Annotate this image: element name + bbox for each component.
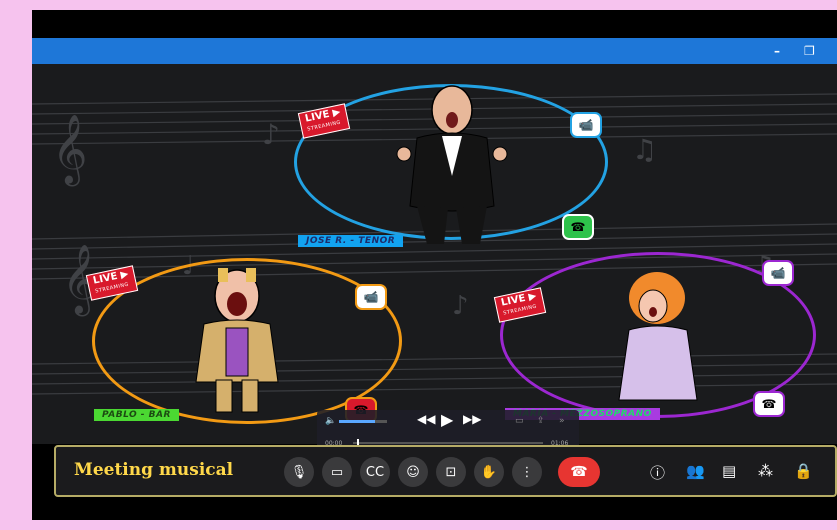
emoji-icon[interactable]: ☺ [398, 457, 428, 487]
volume-slider[interactable] [339, 420, 387, 423]
meeting-toolbar: Meeting musical 🎙 ▭ CC ☺ ⊡ ✋ ⋮ ☎ ⓘ 👥 ▤ ⁂… [54, 445, 837, 497]
expand-icon[interactable]: » [559, 416, 565, 426]
phone-icon[interactable]: ☎ [562, 214, 594, 240]
phone-icon[interactable]: ☎ [753, 391, 785, 417]
more-icon[interactable]: ⋮ [512, 457, 542, 487]
volume-icon[interactable]: 🔈 [325, 416, 336, 426]
phone-hangup-icon[interactable]: ☎ [558, 457, 600, 487]
pip-icon[interactable]: ▭ [515, 416, 524, 426]
lock-icon[interactable]: 🔒 [794, 462, 813, 480]
camera-icon[interactable]: ▭ [322, 457, 352, 487]
bar-singer-image [195, 268, 279, 413]
svg-text:♫: ♫ [632, 133, 657, 166]
info-icon[interactable]: ⓘ [650, 462, 665, 483]
camera-icon[interactable]: 📹 [762, 260, 794, 286]
present-icon[interactable]: ⊡ [436, 457, 466, 487]
share-icon[interactable]: ⇪ [537, 416, 545, 426]
progress-bar[interactable] [353, 439, 543, 447]
meeting-window: – ❐ 𝄞 𝄞 ♪ ♫ ♩ ♪ ♫ [32, 10, 837, 520]
chat-icon[interactable]: ▤ [722, 462, 736, 480]
meeting-title: Meeting musical [74, 460, 234, 480]
raise-hand-icon[interactable]: ✋ [474, 457, 504, 487]
title-bar: – ❐ [32, 38, 837, 64]
restore-button[interactable]: ❐ [804, 44, 815, 58]
video-stage: 𝄞 𝄞 ♪ ♫ ♩ ♪ ♫ LIVE ▶STREAMING 📹 ☎ JOSE R… [32, 64, 837, 444]
participant-name-bar: PABLO - BAR [94, 409, 179, 421]
camera-icon[interactable]: 📹 [570, 112, 602, 138]
svg-text:♪: ♪ [452, 291, 469, 321]
svg-text:♪: ♪ [262, 118, 280, 151]
play-icon[interactable]: ▶ [441, 410, 453, 429]
mezzosoprano-singer-image [618, 272, 698, 401]
captions-icon[interactable]: CC [360, 457, 390, 487]
camera-icon[interactable]: 📹 [355, 284, 387, 310]
tenor-singer-image [396, 85, 508, 244]
people-icon[interactable]: 👥 [686, 462, 705, 480]
mic-icon[interactable]: 🎙 [284, 457, 314, 487]
rewind-icon[interactable]: ◀◀ [417, 412, 435, 426]
minimize-button[interactable]: – [774, 44, 780, 58]
svg-text:𝄞: 𝄞 [52, 114, 87, 186]
activities-icon[interactable]: ⁂ [758, 462, 773, 480]
fast-forward-icon[interactable]: ▶▶ [463, 412, 481, 426]
